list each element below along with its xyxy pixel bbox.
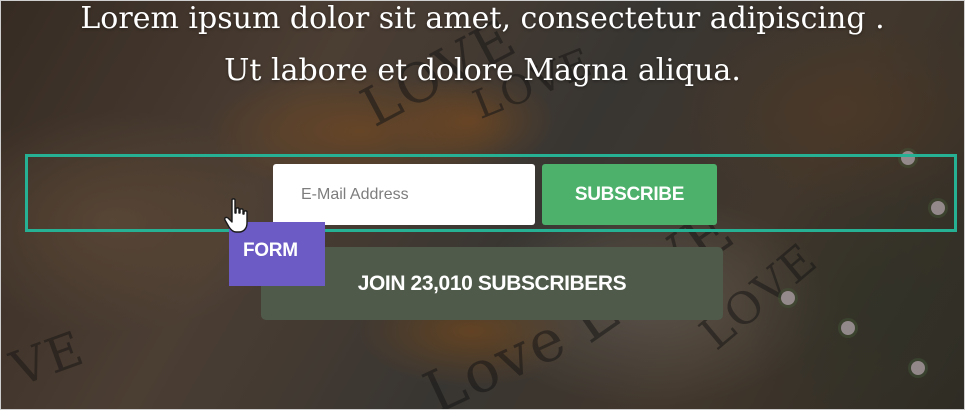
email-input[interactable]: [273, 164, 535, 225]
join-subscribers-button[interactable]: JOIN 23,010 SUBSCRIBERS: [261, 247, 723, 320]
hand-pointer-icon: [224, 198, 248, 233]
hero-headline-line-1: Lorem ipsum dolor sit amet, consectetur …: [80, 1, 885, 36]
hero-headline-line-2: Ut labore et dolore Magna aliqua.: [224, 53, 741, 88]
flower-decoration: [781, 291, 795, 305]
flower-decoration: [911, 361, 925, 375]
background-word: VE: [3, 320, 93, 398]
page-frame: LOVE LOVE Love LOVE LOVE VE Lorem ipsum …: [0, 0, 965, 410]
flower-decoration: [841, 321, 855, 335]
subscribe-button[interactable]: SUBSCRIBE: [542, 164, 717, 225]
